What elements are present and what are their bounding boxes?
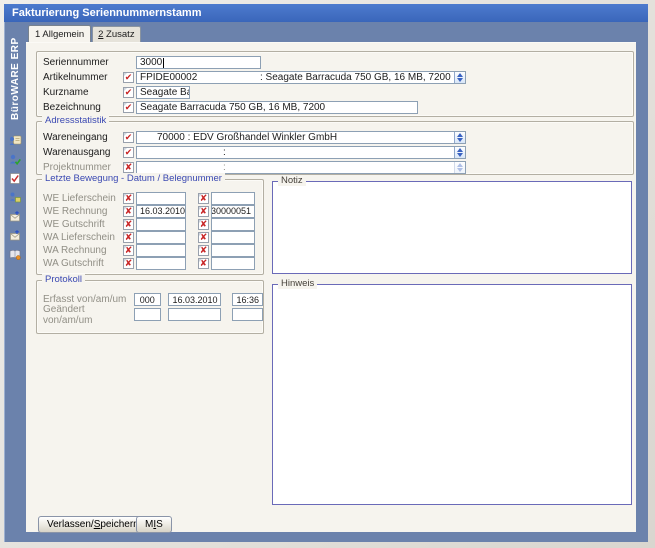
adressstatistik-group: Adressstatistik Wareneingang ✔ 70000 : E… xyxy=(36,115,634,175)
wa-rechnung-doc-input[interactable] xyxy=(211,243,255,257)
cross-note-icon[interactable]: ✘ xyxy=(198,192,209,204)
geaendert-date-field xyxy=(168,308,221,321)
tab-content-allgemein: Seriennummer 3000 Artikelnummer ✔ FPIDE0… xyxy=(26,42,636,533)
general-group: Seriennummer 3000 Artikelnummer ✔ FPIDE0… xyxy=(36,51,634,117)
contact-card-icon[interactable] xyxy=(8,134,22,147)
note-check-icon[interactable] xyxy=(8,172,22,185)
bezeichnung-input[interactable]: Seagate Barracuda 750 GB, 16 MB, 7200 xyxy=(136,101,418,114)
wa-gutschrift-date-input[interactable] xyxy=(136,256,186,270)
artikelnummer-label: Artikelnummer xyxy=(43,72,108,83)
we-gutschrift-date-input[interactable] xyxy=(136,217,186,231)
wa-lieferschein-doc-input[interactable] xyxy=(211,230,255,244)
person-package-icon[interactable] xyxy=(8,191,22,204)
spinner-icon xyxy=(454,162,465,173)
notiz-box[interactable]: Notiz xyxy=(272,175,632,274)
cross-note-icon[interactable]: ✘ xyxy=(123,192,134,204)
spinner-icon[interactable] xyxy=(454,147,465,158)
application-window: Fakturierung Seriennummernstamm BüroWARE… xyxy=(0,0,655,548)
wa-lieferschein-date-input[interactable] xyxy=(136,230,186,244)
tab-zusatz[interactable]: 2 Zusatz xyxy=(92,26,141,42)
wa-lieferschein-label: WA Lieferschein xyxy=(43,231,115,243)
warenausgang-label: Warenausgang xyxy=(43,147,111,158)
kurzname-input[interactable]: Seagate Ba xyxy=(136,86,190,99)
we-rechnung-label: WE Rechnung xyxy=(43,205,108,217)
erfasst-user-field: 000 xyxy=(134,293,161,306)
brand-vertical-text: BüroWARE ERP xyxy=(9,37,21,120)
projektnummer-label: Projektnummer xyxy=(43,162,111,173)
letzte-bewegung-group: Letzte Bewegung - Datum / Belegnummer WE… xyxy=(36,173,264,275)
we-lieferschein-doc-input[interactable] xyxy=(211,191,255,205)
artikelnummer-combo[interactable]: FPIDE00002 : Seagate Barracuda 750 GB, 1… xyxy=(136,71,466,84)
wa-rechnung-label: WA Rechnung xyxy=(43,244,107,256)
window-title: Fakturierung Seriennummernstamm xyxy=(12,7,202,19)
cross-note-icon[interactable]: ✘ xyxy=(123,244,134,256)
mail-arrow-up-icon-2[interactable] xyxy=(8,229,22,242)
wa-gutschrift-doc-input[interactable] xyxy=(211,256,255,270)
mail-arrow-up-icon[interactable] xyxy=(8,210,22,223)
check-note-icon[interactable]: ✔ xyxy=(123,87,134,98)
cross-note-icon[interactable]: ✘ xyxy=(198,205,209,217)
cross-note-icon[interactable]: ✘ xyxy=(198,257,209,269)
cross-note-icon[interactable]: ✘ xyxy=(198,244,209,256)
verlassen-speichern-button[interactable]: Verlassen/Speichern xyxy=(38,516,148,533)
person-check-icon[interactable] xyxy=(8,153,22,166)
spinner-icon[interactable] xyxy=(454,72,465,83)
erfasst-date-field: 16.03.2010 /Di xyxy=(168,293,221,306)
adressstatistik-title: Adressstatistik xyxy=(42,115,110,126)
seriennummer-input[interactable]: 3000 xyxy=(136,56,261,69)
spinner-icon[interactable] xyxy=(454,132,465,143)
wa-rechnung-date-input[interactable] xyxy=(136,243,186,257)
hinweis-textarea[interactable] xyxy=(273,285,631,504)
hinweis-title: Hinweis xyxy=(278,278,318,289)
cross-note-icon[interactable]: ✘ xyxy=(198,231,209,243)
text-caret xyxy=(163,57,165,68)
we-rechnung-date-input[interactable]: 16.03.2010 /Di xyxy=(136,204,186,218)
we-gutschrift-doc-input[interactable] xyxy=(211,217,255,231)
window-frame: Fakturierung Seriennummernstamm BüroWARE… xyxy=(4,4,648,542)
we-lieferschein-date-input[interactable] xyxy=(136,191,186,205)
check-note-icon[interactable]: ✔ xyxy=(123,147,134,158)
erfasst-time-field: 16:36 xyxy=(232,293,263,306)
book-icon[interactable] xyxy=(8,248,22,261)
bezeichnung-label: Bezeichnung xyxy=(43,102,101,113)
wareneingang-combo[interactable]: 70000 : EDV Großhandel Winkler GmbH xyxy=(136,131,466,144)
check-note-icon[interactable]: ✔ xyxy=(123,102,134,113)
we-gutschrift-label: WE Gutschrift xyxy=(43,218,105,230)
mis-button[interactable]: MIS xyxy=(136,516,172,533)
cross-note-icon[interactable]: ✘ xyxy=(123,231,134,243)
wa-gutschrift-label: WA Gutschrift xyxy=(43,257,104,269)
check-note-icon[interactable]: ✔ xyxy=(123,132,134,143)
cross-note-icon[interactable]: ✘ xyxy=(198,218,209,230)
geaendert-user-field xyxy=(134,308,161,321)
hinweis-box[interactable]: Hinweis xyxy=(272,278,632,505)
notiz-title: Notiz xyxy=(278,175,306,186)
artikelnummer-desc: : Seagate Barracuda 750 GB, 16 MB, 7200 xyxy=(260,72,451,83)
tab-allgemein[interactable]: 1 Allgemein xyxy=(28,25,92,43)
kurzname-label: Kurzname xyxy=(43,87,89,98)
we-lieferschein-label: WE Lieferschein xyxy=(43,192,116,204)
letzte-bewegung-title: Letzte Bewegung - Datum / Belegnummer xyxy=(42,173,225,184)
seriennummer-label: Seriennummer xyxy=(43,57,109,68)
notiz-textarea[interactable] xyxy=(273,182,631,273)
we-rechnung-doc-input[interactable]: 30000051 xyxy=(211,204,255,218)
cross-note-icon[interactable]: ✘ xyxy=(123,218,134,230)
warenausgang-combo[interactable]: : xyxy=(136,146,466,159)
check-note-icon[interactable]: ✔ xyxy=(123,72,134,83)
sidebar: BüroWARE ERP xyxy=(4,22,26,542)
protokoll-title: Protokoll xyxy=(42,274,85,285)
artikelnummer-code: FPIDE00002 xyxy=(140,72,198,83)
cross-note-icon[interactable]: ✘ xyxy=(123,205,134,217)
tab-bar: 1 Allgemein 2 Zusatz xyxy=(26,22,636,43)
wareneingang-label: Wareneingang xyxy=(43,132,108,143)
geaendert-label: Geändert von/am/um xyxy=(43,303,93,326)
cross-note-icon[interactable]: ✘ xyxy=(123,162,134,173)
protokoll-group: Protokoll Erfasst von/am/um 000 16.03.20… xyxy=(36,274,264,334)
cross-note-icon[interactable]: ✘ xyxy=(123,257,134,269)
titlebar[interactable]: Fakturierung Seriennummernstamm xyxy=(4,4,648,22)
geaendert-time-field xyxy=(232,308,263,321)
